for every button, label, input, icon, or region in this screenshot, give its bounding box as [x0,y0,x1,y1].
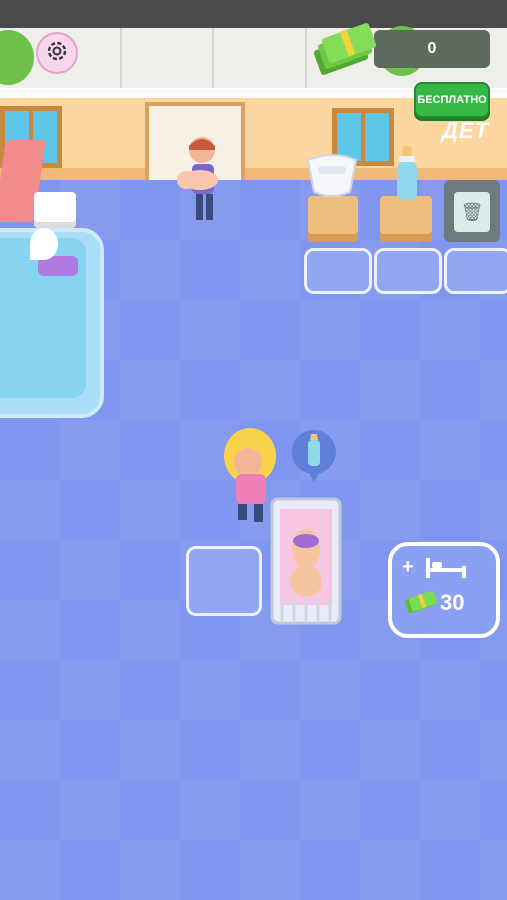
baby-bottle-icon [394,145,420,202]
sidewalk-line [120,28,122,90]
caregiver-character [176,136,240,226]
bed-icon [424,556,468,580]
sidewalk-line [212,28,214,90]
wall-sign: ДЕТ [442,118,489,143]
gear-icon [45,39,69,68]
drop-zone-bottle[interactable] [374,248,442,294]
money-counter: 0 [374,30,490,68]
trash-bin-icon: 🗑 [454,192,490,232]
bottle-station[interactable] [380,196,432,242]
drop-zone-trash[interactable] [444,248,507,294]
diaper-icon [302,150,362,200]
free-money-button[interactable]: БЕСПЛАТНО [414,82,490,118]
status-bar [0,0,507,28]
sidewalk-line [305,28,307,90]
upgrade-plus: + [402,556,414,578]
small-table [34,192,76,222]
settings-button[interactable] [36,32,78,74]
upgrade-price: 30 [440,590,465,615]
crib-place-zone[interactable] [186,546,262,616]
cash-stack-icon [404,588,438,614]
trash-station[interactable]: 🗑 [444,180,500,242]
toy-bubble-icon [30,228,58,260]
cash-stack-icon [312,22,377,80]
crib[interactable] [268,495,344,627]
baby-request-bubble [290,428,338,484]
diaper-station[interactable] [308,196,358,242]
drop-zone-diaper[interactable] [304,248,372,294]
